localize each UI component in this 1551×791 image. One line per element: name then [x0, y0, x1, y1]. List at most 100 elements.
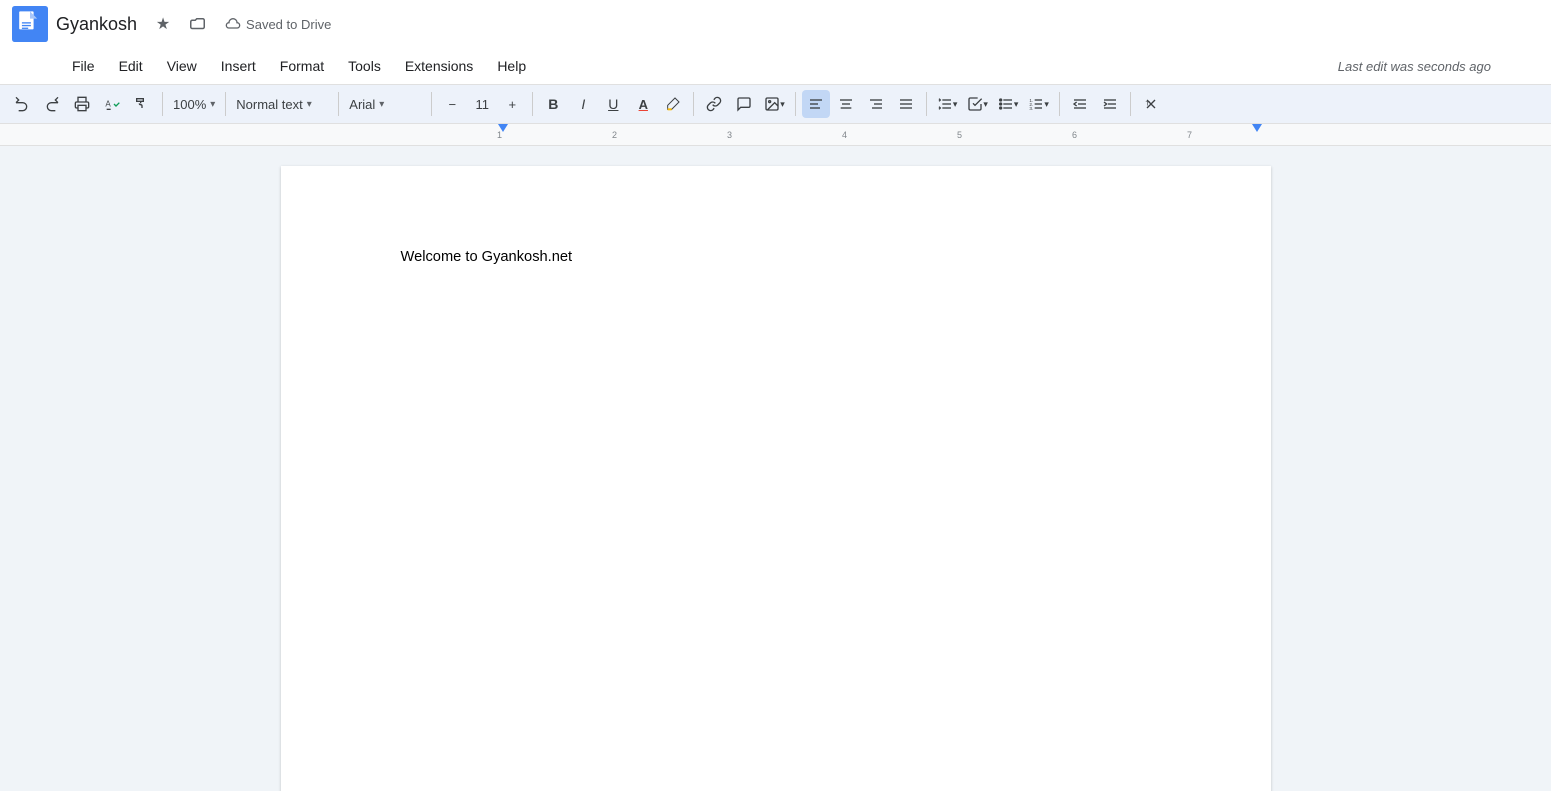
move-to-folder-button[interactable]	[185, 10, 213, 38]
bold-icon: B	[548, 96, 558, 112]
menu-file[interactable]: File	[60, 54, 107, 78]
align-left-button[interactable]	[802, 90, 830, 118]
zoom-selector[interactable]: 100% ▾	[169, 90, 219, 118]
svg-text:T: T	[1146, 100, 1150, 107]
undo-button[interactable]	[8, 90, 36, 118]
menu-edit[interactable]: Edit	[107, 54, 155, 78]
ruler: 1 2 3 4 5 6 7	[0, 124, 1551, 146]
align-right-button[interactable]	[862, 90, 890, 118]
toolbar: A 100% ▾ Normal text ▾ Arial ▾ − 11 + B …	[0, 84, 1551, 124]
bullet-list-icon	[998, 96, 1014, 112]
justify-icon	[898, 96, 914, 112]
numbered-list-button[interactable]: 1.2.3. ▾	[1024, 90, 1053, 118]
bullet-list-button[interactable]: ▾	[994, 90, 1023, 118]
line-spacing-icon	[937, 96, 953, 112]
star-icon: ★	[156, 14, 170, 34]
decrease-indent-button[interactable]	[1066, 90, 1094, 118]
font-size-group: − 11 +	[438, 90, 526, 118]
numbered-list-icon: 1.2.3.	[1028, 96, 1044, 112]
star-button[interactable]: ★	[149, 10, 177, 38]
menu-insert[interactable]: Insert	[209, 54, 268, 78]
spell-check-button[interactable]: A	[98, 90, 126, 118]
zoom-arrow: ▾	[210, 99, 215, 110]
font-selector[interactable]: Arial ▾	[345, 90, 425, 118]
insert-image-button[interactable]: ▾	[760, 90, 789, 118]
document-area: Welcome to Gyankosh.net	[0, 146, 1551, 791]
menu-view[interactable]: View	[155, 54, 209, 78]
underline-button[interactable]: U	[599, 90, 627, 118]
font-size-minus-icon: −	[448, 97, 456, 112]
font-size-value[interactable]: 11	[466, 97, 498, 112]
checklist-icon	[967, 96, 983, 112]
menu-extensions[interactable]: Extensions	[393, 54, 485, 78]
font-size-increase-button[interactable]: +	[498, 90, 526, 118]
increase-indent-icon	[1102, 96, 1118, 112]
redo-button[interactable]	[38, 90, 66, 118]
text-color-button[interactable]: A	[629, 90, 657, 118]
ruler-mark-4: 4	[787, 130, 902, 140]
bullet-list-arrow: ▾	[1014, 99, 1019, 110]
saved-label: Saved to Drive	[246, 17, 331, 32]
line-spacing-arrow: ▾	[953, 99, 958, 110]
menu-bar: File Edit View Insert Format Tools Exten…	[0, 48, 1551, 84]
toolbar-divider-4	[431, 92, 432, 116]
menu-tools[interactable]: Tools	[336, 54, 393, 78]
document-content[interactable]: Welcome to Gyankosh.net	[401, 246, 1151, 268]
ruler-mark-2: 2	[557, 130, 672, 140]
document-title[interactable]: Gyankosh	[56, 14, 137, 35]
spellcheck-icon: A	[104, 96, 120, 112]
link-icon	[706, 96, 722, 112]
italic-button[interactable]: I	[569, 90, 597, 118]
menu-help[interactable]: Help	[485, 54, 538, 78]
align-left-icon	[808, 96, 824, 112]
ruler-mark-3: 3	[672, 130, 787, 140]
increase-indent-button[interactable]	[1096, 90, 1124, 118]
font-size-plus-icon: +	[508, 97, 516, 112]
toolbar-divider-10	[1130, 92, 1131, 116]
ruler-right-margin-marker[interactable]	[1252, 124, 1262, 132]
toolbar-divider-6	[693, 92, 694, 116]
font-arrow: ▾	[379, 99, 384, 110]
menu-format[interactable]: Format	[268, 54, 336, 78]
toolbar-divider-2	[225, 92, 226, 116]
ruler-mark-6: 6	[1017, 130, 1132, 140]
svg-text:3.: 3.	[1030, 106, 1034, 111]
toolbar-divider-1	[162, 92, 163, 116]
zoom-value: 100%	[173, 97, 206, 112]
decrease-indent-icon	[1072, 96, 1088, 112]
toolbar-divider-7	[795, 92, 796, 116]
line-spacing-button[interactable]: ▾	[933, 90, 962, 118]
font-size-decrease-button[interactable]: −	[438, 90, 466, 118]
ruler-numbers: 1 2 3 4 5 6 7	[0, 124, 1551, 145]
toolbar-divider-9	[1059, 92, 1060, 116]
document-text[interactable]: Welcome to Gyankosh.net	[401, 246, 1151, 268]
italic-icon: I	[581, 96, 585, 112]
align-center-button[interactable]	[832, 90, 860, 118]
cloud-icon	[225, 16, 241, 32]
paint-format-icon	[134, 96, 150, 112]
toolbar-divider-3	[338, 92, 339, 116]
highlight-button[interactable]	[659, 90, 687, 118]
text-style-selector[interactable]: Normal text ▾	[232, 90, 332, 118]
bold-button[interactable]: B	[539, 90, 567, 118]
paint-format-button[interactable]	[128, 90, 156, 118]
text-style-arrow: ▾	[307, 99, 312, 110]
checklist-arrow: ▾	[983, 99, 988, 110]
justify-button[interactable]	[892, 90, 920, 118]
toolbar-divider-5	[532, 92, 533, 116]
print-button[interactable]	[68, 90, 96, 118]
underline-icon: U	[608, 96, 618, 112]
clear-formatting-button[interactable]: T	[1137, 90, 1165, 118]
ruler-mark-7: 7	[1132, 130, 1247, 140]
numbered-list-arrow: ▾	[1044, 99, 1049, 110]
svg-text:A: A	[105, 100, 111, 109]
text-color-icon: A	[639, 97, 648, 112]
insert-link-button[interactable]	[700, 90, 728, 118]
docs-icon	[12, 6, 48, 42]
text-style-value: Normal text	[236, 97, 302, 112]
ruler-left-margin-marker[interactable]	[498, 124, 508, 132]
ruler-mark-5: 5	[902, 130, 1017, 140]
add-comment-button[interactable]	[730, 90, 758, 118]
checklist-button[interactable]: ▾	[963, 90, 992, 118]
title-bar: Gyankosh ★ Saved to Drive	[0, 0, 1551, 48]
